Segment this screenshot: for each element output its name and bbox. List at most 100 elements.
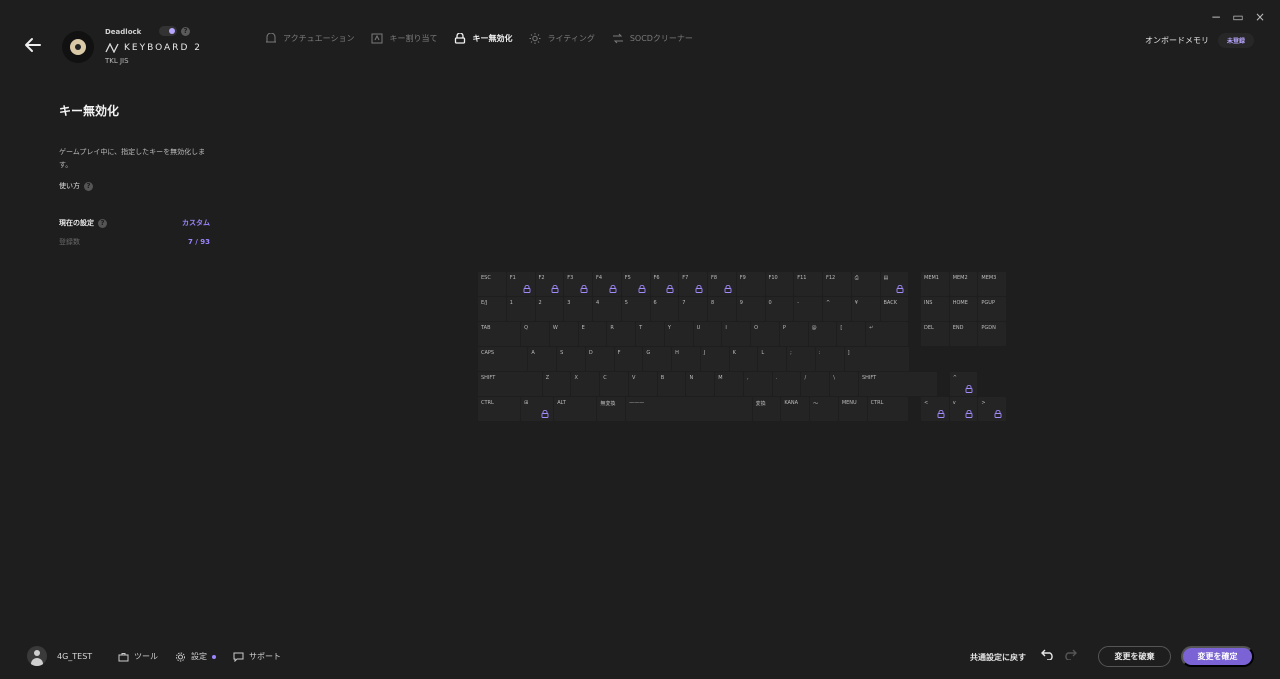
key[interactable]: @ (808, 322, 837, 346)
device-help-icon[interactable]: ? (181, 27, 190, 36)
back-arrow-icon[interactable] (24, 36, 42, 54)
key[interactable]: ⎙ (851, 272, 880, 296)
minimize-button[interactable]: − (1210, 10, 1222, 24)
key[interactable]: O (751, 322, 779, 346)
key[interactable]: M (715, 372, 743, 396)
key[interactable]: MEM2 (949, 272, 978, 296)
key[interactable]: F1 (506, 272, 535, 296)
key[interactable]: F9 (736, 272, 765, 296)
key[interactable]: PGDN (978, 322, 1007, 346)
onboard-status-badge[interactable]: 未登録 (1217, 33, 1254, 48)
key[interactable]: Q (521, 322, 549, 346)
key[interactable]: BACK (880, 297, 909, 321)
key[interactable]: E/J (478, 297, 506, 321)
key[interactable]: F7 (679, 272, 707, 296)
key[interactable]: ▤ (880, 272, 909, 296)
key[interactable]: 0 (765, 297, 794, 321)
key[interactable]: A (528, 347, 557, 371)
key[interactable]: F12 (823, 272, 851, 296)
key[interactable]: DEL (921, 322, 949, 346)
key[interactable]: J (700, 347, 729, 371)
key[interactable]: Y (664, 322, 693, 346)
key[interactable]: F10 (765, 272, 794, 296)
key[interactable]: SHIFT (478, 372, 542, 396)
key[interactable]: < (921, 397, 949, 421)
key[interactable]: Z (542, 372, 571, 396)
key[interactable]: MEM1 (921, 272, 949, 296)
key[interactable]: 8 (708, 297, 736, 321)
key[interactable]: 変換 (752, 397, 781, 421)
key[interactable]: L (758, 347, 787, 371)
current-setting-value[interactable]: カスタム (182, 218, 210, 228)
key[interactable]: ⊞ (521, 397, 554, 421)
key[interactable]: I (722, 322, 751, 346)
key[interactable]: , (743, 372, 772, 396)
enter-key-lower[interactable] (874, 347, 909, 371)
key[interactable]: CAPS (478, 347, 528, 371)
key[interactable]: X (571, 372, 600, 396)
key[interactable]: ; (787, 347, 815, 371)
tab-disable[interactable]: キー無効化 (454, 33, 512, 44)
key[interactable]: T (636, 322, 664, 346)
key[interactable]: F3 (564, 272, 592, 296)
key[interactable]: S (557, 347, 585, 371)
tools-link[interactable]: ツール (118, 651, 158, 662)
tab-actuation[interactable]: アクチュエーション (265, 33, 354, 44)
key[interactable]: INS (921, 297, 949, 321)
key[interactable]: 7 (679, 297, 707, 321)
key[interactable]: 無変換 (597, 397, 626, 421)
key[interactable]: ^ (949, 372, 978, 396)
key[interactable]: 〜 (810, 397, 838, 421)
key[interactable]: ——— (626, 397, 752, 421)
key[interactable]: H (672, 347, 700, 371)
key[interactable]: MENU (838, 397, 867, 421)
device-toggle[interactable] (159, 26, 177, 36)
tab-assign[interactable]: キー割り当て (371, 33, 437, 44)
key[interactable]: F2 (535, 272, 564, 296)
key[interactable]: \ (830, 372, 858, 396)
key[interactable]: F (614, 347, 643, 371)
key[interactable]: - (794, 297, 822, 321)
key[interactable]: C (600, 372, 628, 396)
reset-to-common-button[interactable]: 共通設定に戻す (970, 652, 1026, 663)
key[interactable]: ALT (554, 397, 597, 421)
key[interactable]: HOME (949, 297, 978, 321)
key[interactable]: PGUP (978, 297, 1007, 321)
user-profile[interactable]: 4G_TEST (27, 646, 92, 666)
key[interactable]: 1 (506, 297, 535, 321)
key[interactable]: [ (837, 322, 866, 346)
key[interactable]: R (607, 322, 636, 346)
confirm-changes-button[interactable]: 変更を確定 (1181, 646, 1254, 667)
settings-link[interactable]: 設定 (175, 651, 216, 662)
undo-icon[interactable] (1041, 648, 1055, 660)
current-setting-help-icon[interactable]: ? (98, 218, 107, 228)
key[interactable]: TAB (478, 322, 521, 346)
discard-changes-button[interactable]: 変更を破棄 (1098, 646, 1171, 667)
key[interactable]: B (657, 372, 686, 396)
redo-icon[interactable] (1063, 648, 1077, 660)
key[interactable]: CTRL (478, 397, 521, 421)
key[interactable]: N (686, 372, 715, 396)
tab-lighting[interactable]: ライティング (529, 33, 595, 44)
key[interactable]: 3 (564, 297, 592, 321)
tab-socd[interactable]: SOCDクリーナー (612, 33, 693, 44)
key[interactable]: > (978, 397, 1007, 421)
key[interactable]: / (801, 372, 830, 396)
key[interactable]: SHIFT (858, 372, 937, 396)
key[interactable]: 6 (650, 297, 679, 321)
key[interactable]: F4 (593, 272, 621, 296)
support-link[interactable]: サポート (233, 651, 281, 662)
key[interactable]: E (578, 322, 607, 346)
key[interactable]: : (815, 347, 844, 371)
key[interactable]: W (549, 322, 578, 346)
key[interactable]: ESC (478, 272, 506, 296)
key[interactable]: F6 (650, 272, 679, 296)
key[interactable]: F8 (708, 272, 736, 296)
key[interactable]: . (772, 372, 801, 396)
key[interactable]: P (779, 322, 808, 346)
key[interactable]: F11 (794, 272, 822, 296)
key[interactable]: V (628, 372, 657, 396)
key[interactable]: ^ (823, 297, 851, 321)
key[interactable]: END (949, 322, 978, 346)
maximize-button[interactable]: ▭ (1232, 10, 1244, 24)
